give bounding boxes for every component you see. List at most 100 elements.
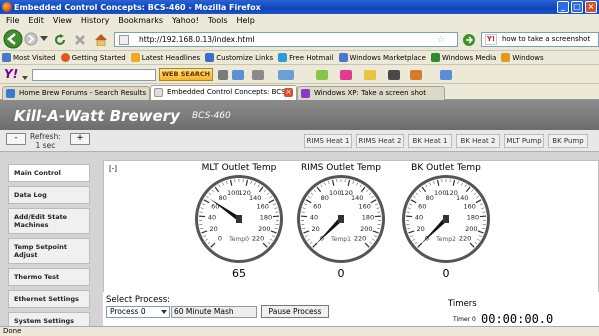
close-tab-icon[interactable]: × [284,88,293,97]
rims-heat-1-button[interactable]: RIMS Heat 1 [304,134,352,148]
sidebar: Main Control Data Log Add/Edit State Mac… [8,164,90,326]
sidebar-item-temp-setpoint-adjust[interactable]: Temp Setpoint Adjust [8,238,90,264]
gauge-tick-label: 140 [351,194,363,202]
tab-embedded-control[interactable]: Embedded Control Concepts: BCS... × [150,85,297,101]
back-icon[interactable] [3,29,23,49]
page-icon [501,53,511,62]
yahoo-search-input[interactable] [32,69,156,81]
mlt-pump-button[interactable]: MLT Pump [504,134,544,148]
yahoo-logo[interactable]: Y! [4,67,18,81]
refresh-increase-button[interactable]: + [70,133,90,145]
gauge-tick-label: 80 [321,194,329,202]
search-input[interactable]: Y! how to take a screenshot [481,32,599,47]
menu-edit[interactable]: Edit [28,16,44,25]
gauge-tick-label: 160 [256,203,268,211]
menu-tools[interactable]: Tools [208,16,228,25]
gauge-hub [443,215,449,223]
toolbar-icon[interactable] [388,70,400,80]
bookmark-getting-started[interactable]: Getting Started [60,53,126,62]
reload-icon[interactable] [54,34,66,46]
page-icon [205,53,215,62]
search-engine-icon[interactable]: Y! [485,34,497,45]
bookmark-windows-media[interactable]: Windows Media [430,53,496,62]
toolbar-icon[interactable] [440,70,452,80]
menu-help[interactable]: Help [237,16,255,25]
firefox-icon [60,53,70,62]
gauge-tick-label: 220 [252,235,264,243]
minimize-button[interactable]: _ [557,1,569,13]
control-row: - Refresh: 1 sec + RIMS Heat 1 RIMS Heat… [0,130,599,152]
go-icon[interactable] [462,33,476,47]
history-dropdown-icon[interactable] [40,36,48,42]
sidebar-item-add-edit-state-machines[interactable]: Add/Edit State Machines [8,208,90,234]
tab-bar: Home Brew Forums - Search Results Embedd… [0,84,599,101]
flickr-icon[interactable] [340,70,352,80]
bookmark-free-hotmail[interactable]: Free Hotmail [278,53,334,62]
gauge-tick-label: 140 [456,194,468,202]
bk-heat-2-button[interactable]: BK Heat 2 [456,134,500,148]
bookmark-windows-marketplace[interactable]: Windows Marketplace [338,53,426,62]
gauge-title: BK Outlet Temp [411,163,481,173]
refresh-decrease-button[interactable]: - [6,133,26,145]
process-select[interactable]: Process 0 [106,306,170,318]
maximize-button[interactable]: □ [571,1,583,13]
bookmark-windows[interactable]: Windows [501,53,544,62]
toolbar-icon[interactable] [252,70,264,80]
stop-icon[interactable] [74,34,86,46]
menu-history[interactable]: History [81,16,109,25]
gauge-tick-label: 0 [218,235,222,243]
sidebar-item-system-settings[interactable]: System Settings [8,312,90,326]
refresh-indicator: Refresh: 1 sec [30,132,61,150]
toolbar-icon[interactable] [316,70,328,80]
sidebar-item-ethernet-settings[interactable]: Ethernet Settings [8,290,90,308]
yahoo-dropdown-icon[interactable] [22,73,28,82]
gauge-tick-label: 40 [208,214,216,222]
menu-file[interactable]: File [6,16,19,25]
sidebar-item-main-control[interactable]: Main Control [8,164,90,182]
toolbar-icon[interactable] [410,70,422,80]
bk-heat-1-button[interactable]: BK Heat 1 [408,134,452,148]
gauge-sensor-label: Temp0 [228,236,249,243]
gauge-tick-label: 180 [467,214,479,222]
gauge-hub [236,215,242,223]
pause-process-button[interactable]: Pause Process [261,305,329,318]
bookmark-customize-links[interactable]: Customize Links [205,53,273,62]
gauge-tick-label: 60 [313,203,321,211]
page-icon [278,53,288,62]
bookmark-most-visited[interactable]: Most Visited [2,53,56,62]
forward-icon[interactable] [24,32,38,46]
mail-icon[interactable] [232,70,244,80]
sidebar-item-thermo-test[interactable]: Thermo Test [8,268,90,286]
address-bar[interactable]: http://192.168.0.13/index.html ☆ [114,32,458,47]
page-icon [338,53,348,62]
sidebar-item-data-log[interactable]: Data Log [8,186,90,204]
menu-bookmarks[interactable]: Bookmarks [118,16,163,25]
app-banner: Kill-A-Watt Brewery BCS-460 [0,100,599,130]
gauge-tick-label: 20 [210,225,218,233]
gauge-value: 65 [232,267,246,280]
menu-yahoo[interactable]: Yahoo! [172,16,199,25]
status-text: Done [3,327,22,335]
gauge-title: RIMS Outlet Temp [301,163,381,173]
tab-home-brew-forums[interactable]: Home Brew Forums - Search Results [2,86,150,100]
close-button[interactable]: × [585,1,597,13]
bookmark-star-icon[interactable]: ☆ [437,34,445,47]
news-icon[interactable] [278,70,294,80]
gauge-tick-label: 200 [360,225,372,233]
page-icon [119,35,129,45]
web-search-button[interactable]: WEB SEARCH [159,68,213,81]
bk-pump-button[interactable]: BK Pump [548,134,588,148]
rims-heat-2-button[interactable]: RIMS Heat 2 [356,134,404,148]
bookmark-latest-headlines[interactable]: Latest Headlines [130,53,200,62]
toolbar-icon[interactable] [364,70,376,80]
gauge-hub [338,215,344,223]
collapse-toggle[interactable]: [-] [109,165,117,173]
select-process-label: Select Process: [106,295,171,305]
yahoo-toolbar: Y! WEB SEARCH [0,66,599,84]
menu-view[interactable]: View [53,16,72,25]
process-state-field: 60 Minute Mash [171,306,257,318]
home-icon[interactable] [94,33,108,46]
gauge-tick-label: 160 [358,203,370,211]
bookmark-icon [2,53,11,62]
tab-windows-xp-screenshot[interactable]: Windows XP: Take a screen shot [297,86,445,100]
